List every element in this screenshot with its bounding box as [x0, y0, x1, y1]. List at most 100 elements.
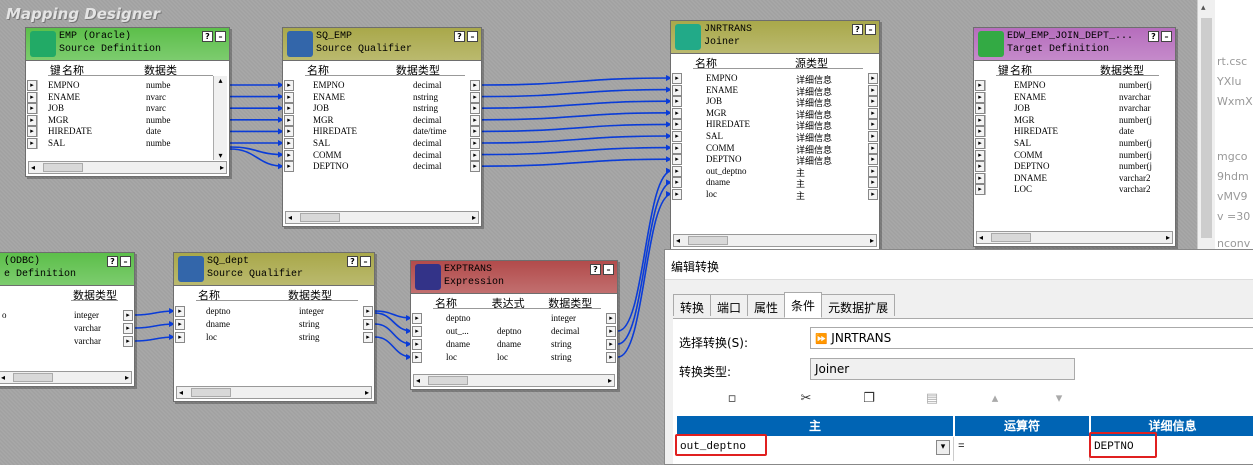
- copy-icon[interactable]: ❐: [858, 389, 880, 409]
- dept-src-transformation[interactable]: (ODBC) e Definition? – 数据类型 o integer ▸ varchar…: [0, 252, 135, 387]
- output-port-icon[interactable]: ▸: [868, 84, 878, 96]
- output-port-icon[interactable]: ▸: [470, 80, 480, 91]
- output-port-icon[interactable]: ▸: [868, 154, 878, 166]
- input-port-icon[interactable]: ▸: [672, 119, 682, 131]
- input-port-icon[interactable]: ▸: [27, 103, 37, 115]
- scroll-thumb[interactable]: [1201, 18, 1212, 238]
- port-row[interactable]: ▸ loc 主 ▸: [671, 189, 879, 201]
- horizontal-scrollbar[interactable]: ◂ ▸: [0, 371, 132, 384]
- port-row[interactable]: ▸ COMM 详细信息 ▸: [671, 142, 879, 155]
- port-row[interactable]: ▸ DEPTNO number(j: [974, 161, 1175, 173]
- port-row[interactable]: ▸ LOC varchar2: [974, 184, 1175, 196]
- tab-properties[interactable]: 属性: [747, 294, 786, 316]
- sq-emp-transformation[interactable]: SQ_EMP Source Qualifier? – 名称 数据类型 ▸ EMPNO deci…: [282, 27, 482, 227]
- port-row[interactable]: ▸ MGR numbe: [26, 114, 229, 127]
- port-row[interactable]: ▸ MGR 详细信息 ▸: [671, 107, 879, 120]
- input-port-icon[interactable]: ▸: [672, 165, 682, 177]
- input-port-icon[interactable]: ▸: [284, 126, 294, 138]
- help-icon[interactable]: ?: [347, 256, 358, 267]
- scroll-left-icon[interactable]: ◂: [179, 388, 183, 397]
- horizontal-scrollbar[interactable]: ◂ ▸: [673, 234, 877, 247]
- input-port-icon[interactable]: ▸: [284, 138, 294, 149]
- port-row[interactable]: ▸ dname 主 ▸: [671, 177, 879, 189]
- input-port-icon[interactable]: ▸: [975, 91, 985, 103]
- input-port-icon[interactable]: ▸: [975, 172, 985, 184]
- title-bar[interactable]: JNRTRANS Joiner? –: [671, 21, 879, 54]
- horizontal-scrollbar[interactable]: ◂ ▸: [176, 386, 372, 399]
- title-bar[interactable]: EDW_EMP_JOIN_DEPT_... Target Definition? –: [974, 28, 1175, 61]
- title-bar[interactable]: EMP (Oracle) Source Definition? –: [26, 28, 229, 61]
- scroll-up-icon[interactable]: ▴: [214, 76, 227, 85]
- scroll-left-icon[interactable]: ◂: [676, 236, 680, 245]
- port-row[interactable]: ▸ HIREDATE date: [26, 126, 229, 138]
- port-row[interactable]: ▸ EMPNO 详细信息 ▸: [671, 73, 879, 85]
- output-port-icon[interactable]: ▸: [868, 96, 878, 108]
- tab-condition[interactable]: 条件: [784, 292, 823, 318]
- port-row[interactable]: ▸ loc string ▸: [174, 332, 374, 344]
- title-bar[interactable]: EXPTRANS Expression? –: [411, 261, 617, 294]
- help-icon[interactable]: ?: [454, 31, 465, 42]
- output-port-icon[interactable]: ▸: [868, 131, 878, 142]
- port-row[interactable]: ▸ HIREDATE 详细信息 ▸: [671, 119, 879, 131]
- input-port-icon[interactable]: ▸: [412, 313, 422, 324]
- port-row[interactable]: ▸ JOB nvarchar: [974, 103, 1175, 115]
- port-row[interactable]: o integer ▸: [0, 310, 134, 322]
- output-port-icon[interactable]: ▸: [123, 336, 133, 347]
- input-port-icon[interactable]: ▸: [672, 73, 682, 84]
- port-row[interactable]: ▸ DEPTNO 详细信息 ▸: [671, 154, 879, 166]
- port-row[interactable]: ▸ JOB nvarc: [26, 103, 229, 115]
- scroll-right-icon[interactable]: ▸: [365, 388, 369, 397]
- input-port-icon[interactable]: ▸: [412, 326, 422, 337]
- port-row[interactable]: ▸ ENAME 详细信息 ▸: [671, 84, 879, 97]
- scroll-down-icon[interactable]: ▾: [214, 151, 227, 160]
- scroll-thumb[interactable]: [688, 236, 728, 245]
- port-row[interactable]: ▸ JOB 详细信息 ▸: [671, 96, 879, 108]
- operator-cell[interactable]: =: [955, 437, 1090, 461]
- input-port-icon[interactable]: ▸: [672, 96, 682, 108]
- input-port-icon[interactable]: ▸: [672, 189, 682, 200]
- port-row[interactable]: ▸ SAL decimal ▸: [283, 138, 481, 150]
- port-row[interactable]: ▸ SAL numbe: [26, 138, 229, 150]
- port-row[interactable]: ▸ ENAME nvarchar: [974, 91, 1175, 104]
- port-row[interactable]: ▸ SAL number(j: [974, 138, 1175, 150]
- move-down-icon[interactable]: ▾: [1048, 389, 1070, 409]
- cut-icon[interactable]: ✂: [795, 389, 817, 409]
- scroll-right-icon[interactable]: ▸: [870, 236, 874, 245]
- minimize-icon[interactable]: –: [603, 264, 614, 275]
- input-port-icon[interactable]: ▸: [284, 103, 294, 115]
- output-port-icon[interactable]: ▸: [363, 332, 373, 343]
- port-row[interactable]: ▸ COMM number(j: [974, 149, 1175, 162]
- input-port-icon[interactable]: ▸: [175, 332, 185, 343]
- port-row[interactable]: ▸ out_deptno 主 ▸: [671, 165, 879, 178]
- help-icon[interactable]: ?: [107, 256, 118, 267]
- output-port-icon[interactable]: ▸: [470, 161, 480, 173]
- output-port-icon[interactable]: ▸: [868, 165, 878, 177]
- output-port-icon[interactable]: ▸: [363, 306, 373, 317]
- input-port-icon[interactable]: ▸: [175, 319, 185, 330]
- input-port-icon[interactable]: ▸: [672, 154, 682, 166]
- input-port-icon[interactable]: ▸: [284, 80, 294, 91]
- horizontal-scrollbar[interactable]: ◂ ▸: [285, 211, 479, 224]
- input-port-icon[interactable]: ▸: [284, 149, 294, 161]
- port-row[interactable]: ▸ JOB nstring ▸: [283, 103, 481, 115]
- input-port-icon[interactable]: ▸: [672, 142, 682, 154]
- input-port-icon[interactable]: ▸: [672, 131, 682, 142]
- title-bar[interactable]: SQ_dept Source Qualifier? –: [174, 253, 374, 286]
- input-port-icon[interactable]: ▸: [284, 114, 294, 126]
- port-row[interactable]: ▸ dname string ▸: [174, 319, 374, 331]
- title-bar[interactable]: SQ_EMP Source Qualifier? –: [283, 28, 481, 61]
- input-port-icon[interactable]: ▸: [975, 138, 985, 149]
- exp-transformation[interactable]: EXPTRANS Expression? – 名称 表达式 数据类型 ▸ deptno inte…: [410, 260, 618, 390]
- input-port-icon[interactable]: ▸: [672, 107, 682, 119]
- scroll-right-icon[interactable]: ▸: [220, 163, 224, 172]
- input-port-icon[interactable]: ▸: [284, 161, 294, 173]
- tgt-transformation[interactable]: EDW_EMP_JOIN_DEPT_... Target Definition? –…: [973, 27, 1176, 247]
- output-port-icon[interactable]: ▸: [868, 107, 878, 119]
- input-port-icon[interactable]: ▸: [412, 339, 422, 350]
- chevron-down-icon[interactable]: ▾: [936, 440, 950, 455]
- title-bar[interactable]: (ODBC) e Definition? –: [0, 253, 134, 286]
- input-port-icon[interactable]: ▸: [975, 114, 985, 126]
- scroll-right-icon[interactable]: ▸: [1166, 233, 1170, 242]
- output-port-icon[interactable]: ▸: [868, 189, 878, 200]
- port-row[interactable]: ▸ ENAME nvarc: [26, 91, 229, 104]
